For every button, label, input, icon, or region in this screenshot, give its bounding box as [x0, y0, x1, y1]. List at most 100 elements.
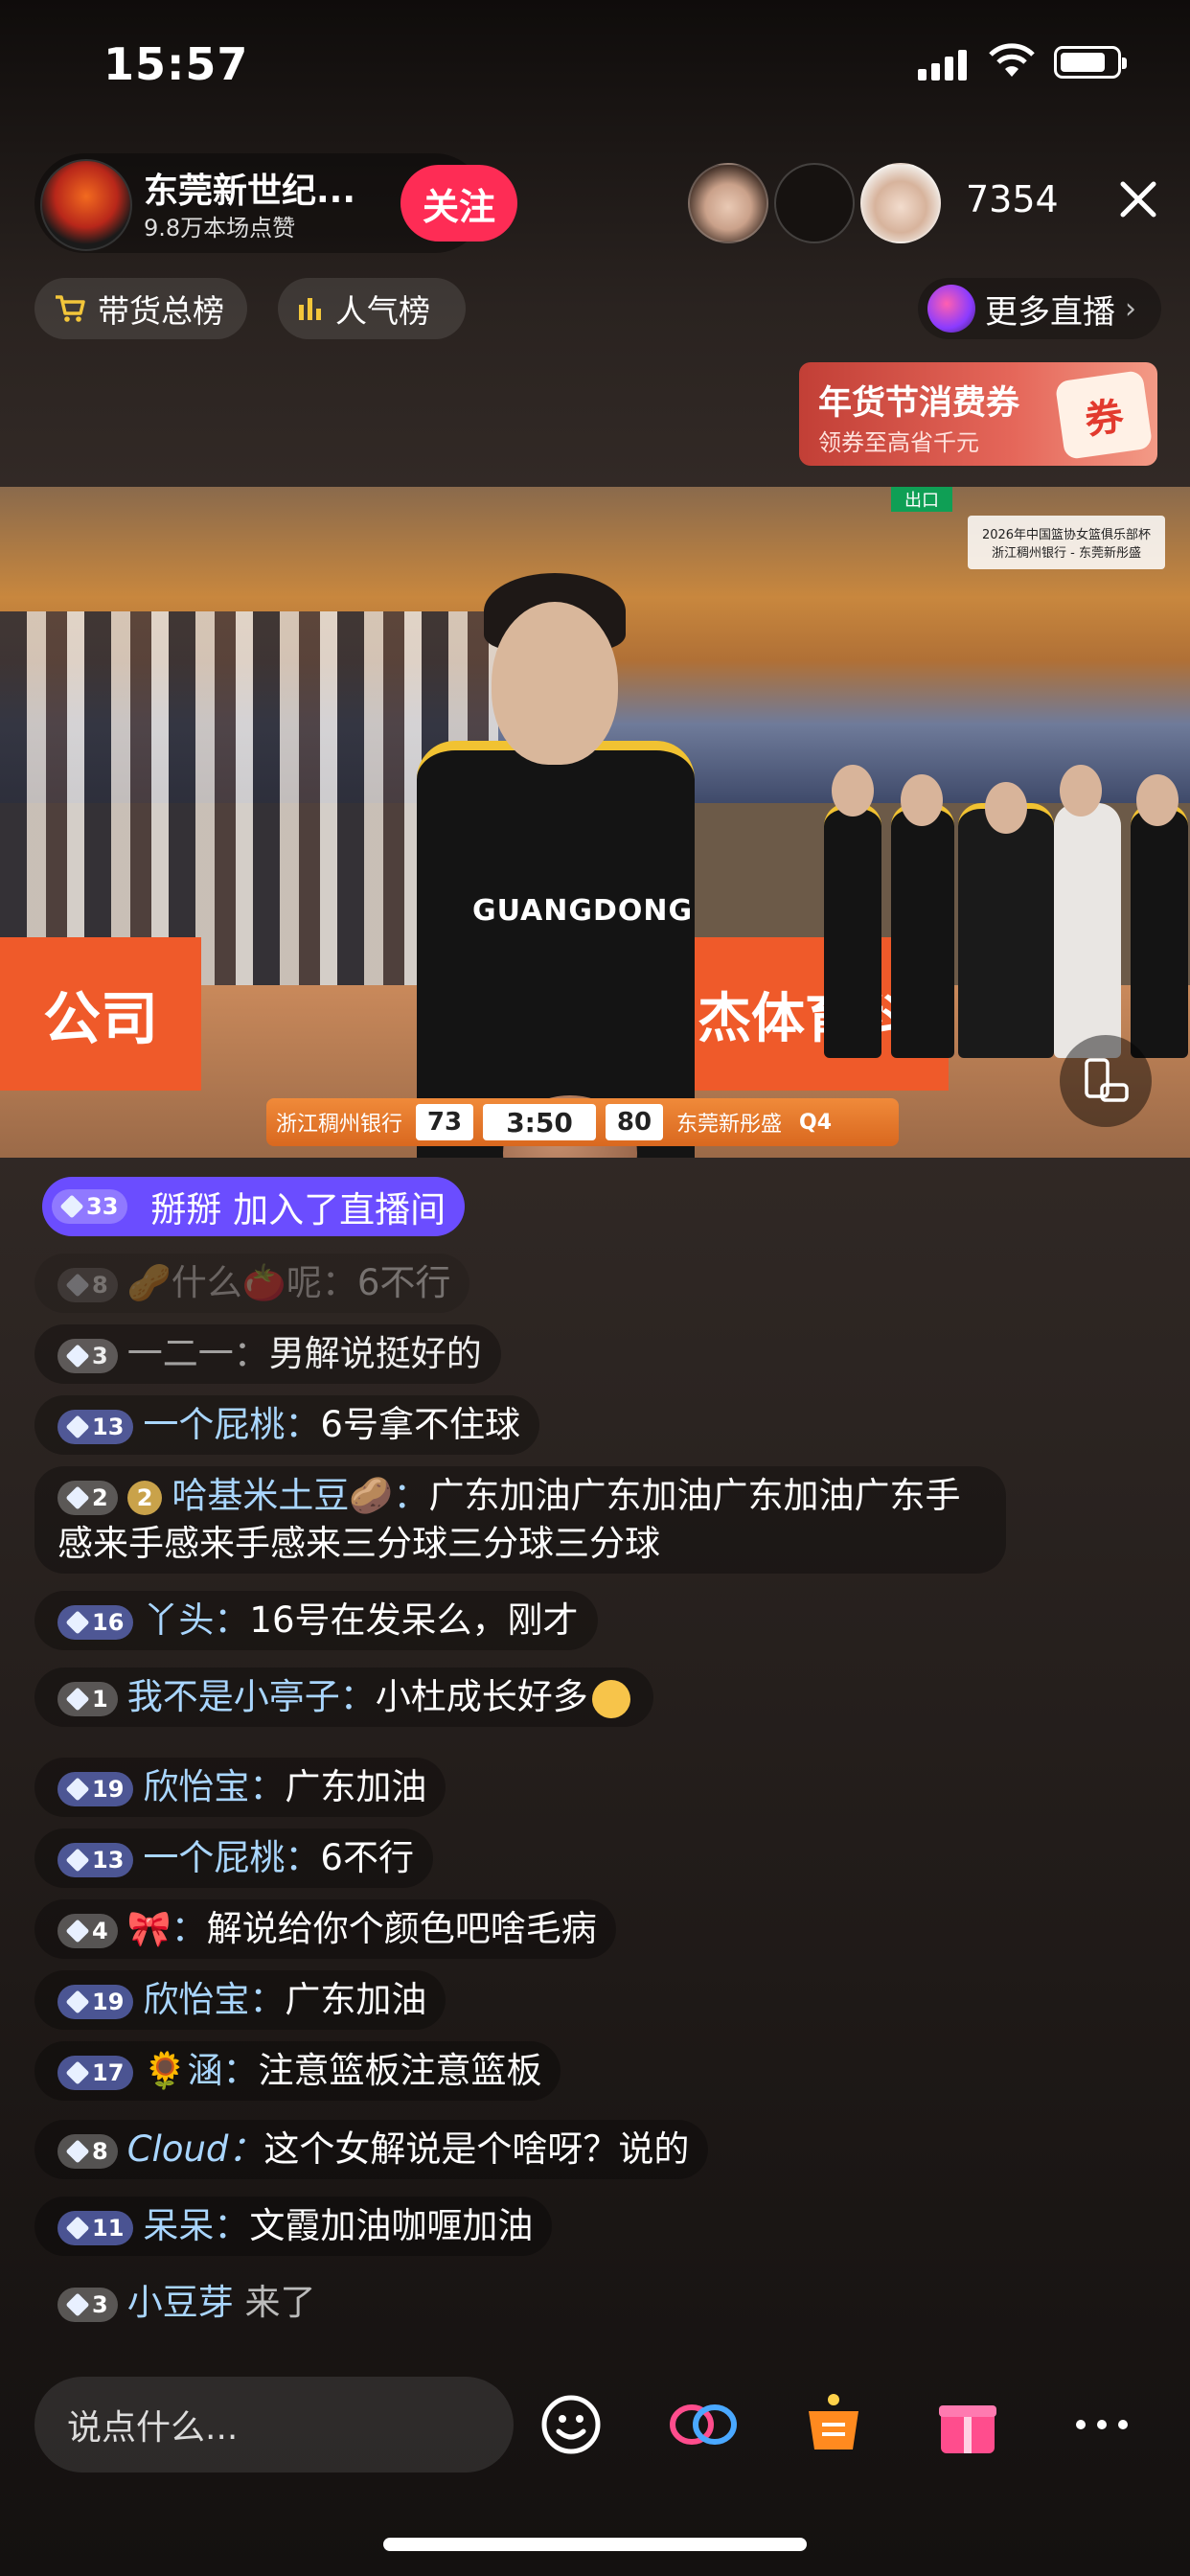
level-badge: 19 [57, 1984, 134, 2019]
fan-badge: 2 [126, 1480, 163, 1515]
chat-username[interactable]: 🥜什么🍅呢： [127, 1262, 357, 1303]
broadcast-logo-line2: 浙江稠州银行 - 东莞新彤盛 [992, 546, 1141, 561]
chat-message[interactable]: 13 一个屁桃：6不行 [34, 1828, 433, 1888]
more-icon [1076, 2420, 1128, 2429]
player-head [492, 602, 618, 765]
sales-rank-label: 带货总榜 [98, 292, 224, 330]
sales-rank-pill[interactable]: 带货总榜 [34, 278, 247, 339]
chat-username[interactable]: 一二一： [127, 1333, 269, 1374]
follow-button[interactable]: 关注 [400, 165, 517, 242]
chat-feed[interactable]: 33 掰掰 加入了直播间 8 🥜什么🍅呢：6不行 3 一二一：男解说挺好的 13 一个… [0, 1171, 1190, 2342]
chat-message[interactable]: 3 一二一：男解说挺好的 [34, 1324, 501, 1384]
chat-text: 16号在发呆么，刚才 [249, 1599, 579, 1641]
anchor-card[interactable]: 东莞新世纪... 9.8万本场点赞 关注 [34, 153, 517, 253]
link-button[interactable] [665, 2386, 742, 2463]
level-badge: 11 [57, 2210, 134, 2245]
chat-message[interactable]: 1 我不是小亭子：小杜成长好多 [34, 1668, 653, 1727]
more-button[interactable] [1064, 2386, 1140, 2463]
home-indicator[interactable] [383, 2538, 807, 2551]
chat-username[interactable]: 欣怡宝： [143, 1766, 285, 1807]
comment-input[interactable]: 说点什么... [34, 2377, 514, 2472]
level-badge: 13 [57, 1409, 134, 1444]
chat-message[interactable]: 17 🌻涵：注意篮板注意篮板 [34, 2041, 561, 2101]
chat-text: 男解说挺好的 [268, 1333, 482, 1374]
chat-text: 6不行 [320, 1837, 414, 1878]
more-live-button[interactable]: 更多直播 › [918, 278, 1161, 339]
coupon-banner[interactable]: 年货节消费券 领券至高省千元 券 [799, 362, 1157, 466]
level-badge: 8 [57, 2133, 118, 2169]
chat-username[interactable]: 小豆芽 [127, 2282, 234, 2323]
main-player: GUANGDONG [378, 573, 723, 1158]
broadcast-logo-line1: 2026年中国篮协女篮俱乐部杯 [981, 528, 1152, 542]
popularity-pill[interactable]: 人气榜 [278, 278, 466, 339]
popularity-label: 人气榜 [335, 292, 430, 330]
level-badge: 13 [57, 1842, 134, 1877]
game-clock: 3:50 [483, 1104, 597, 1140]
status-bar: 15:57 [0, 0, 1190, 134]
chat-text: 注意篮板注意篮板 [258, 2050, 542, 2091]
chat-text: 来了 [244, 2282, 316, 2323]
viewer-avatar[interactable] [688, 163, 768, 243]
close-icon[interactable] [1115, 176, 1161, 222]
coupon-title: 年货节消费券 [818, 384, 1020, 423]
viewer-avatar[interactable] [774, 163, 855, 243]
level-badge: 16 [57, 1604, 134, 1640]
chat-username[interactable]: 🎀： [127, 1908, 207, 1949]
status-time: 15:57 [103, 38, 249, 90]
chat-username[interactable]: 欣怡宝： [143, 1979, 285, 2020]
home-team: 浙江稠州银行 [276, 1113, 403, 1137]
chat-username[interactable]: 呆呆： [143, 2205, 249, 2246]
home-score: 73 [416, 1104, 474, 1140]
chat-message[interactable]: 13 一个屁桃：6号拿不住球 [34, 1395, 539, 1455]
level-badge: 8 [57, 1267, 118, 1302]
away-team: 东莞新彤盛 [676, 1113, 783, 1137]
chat-username[interactable]: 哈基米土豆🥔： [172, 1475, 428, 1516]
level-badge: 3 [57, 1338, 118, 1373]
level-badge: 3 [57, 2287, 118, 2322]
level-badge: 33 [52, 1189, 128, 1224]
chat-message[interactable]: 8 🥜什么🍅呢：6不行 [34, 1254, 470, 1313]
join-text: 掰掰 加入了直播间 [150, 1189, 446, 1230]
anchor-avatar[interactable] [40, 159, 132, 251]
chat-username[interactable]: Cloud： [127, 2128, 264, 2170]
chat-message[interactable]: 19 欣怡宝：广东加油 [34, 1758, 446, 1817]
viewer-avatar[interactable] [860, 163, 941, 243]
chat-text: 6不行 [356, 1262, 451, 1303]
join-notice: 33 掰掰 加入了直播间 [42, 1177, 466, 1236]
chevron-right-icon: › [1125, 291, 1136, 326]
chat-message[interactable]: 2 2 哈基米土豆🥔：广东加油广东加油广东加油广东手感来手感来手感来三分球三分球三分… [34, 1466, 1006, 1574]
level-badge: 19 [57, 1771, 134, 1806]
chat-message[interactable]: 11 呆呆：文霞加油咖喱加油 [34, 2196, 553, 2256]
bench-coach-head [1060, 765, 1102, 816]
shopping-icon [809, 2394, 858, 2450]
emoji-button[interactable] [533, 2386, 609, 2463]
chat-message[interactable]: 8 Cloud：这个女解说是个啥呀？说的 [34, 2120, 709, 2179]
chat-message[interactable]: 19 欣怡宝：广东加油 [34, 1970, 446, 2030]
shopping-button[interactable] [795, 2386, 872, 2463]
chat-message[interactable]: 16 丫头：16号在发呆么，刚才 [34, 1591, 598, 1650]
chat-text: 广东加油 [285, 1979, 427, 2020]
more-live-icon [927, 285, 975, 333]
chat-username[interactable]: 丫头： [143, 1599, 249, 1641]
live-video[interactable]: 出口 2026年中国篮协女篮俱乐部杯 浙江稠州银行 - 东莞新彤盛 公司 杰体育… [0, 487, 1190, 1158]
away-score: 80 [606, 1104, 664, 1140]
coupon-badge: 券 [1054, 369, 1154, 461]
gift-icon [939, 2405, 996, 2453]
chat-username[interactable]: 我不是小亭子： [127, 1676, 376, 1717]
chat-text: 文霞加油咖喱加油 [249, 2205, 534, 2246]
link-icon [670, 2404, 737, 2445]
more-live-label: 更多直播 [985, 292, 1115, 332]
broadcast-logo: 2026年中国篮协女篮俱乐部杯 浙江稠州银行 - 东莞新彤盛 [968, 516, 1165, 569]
bench-coach [1054, 803, 1121, 1058]
chat-username[interactable]: 一个屁桃： [143, 1837, 320, 1878]
anchor-likes: 9.8万本场点赞 [144, 215, 296, 242]
cart-icon [56, 295, 85, 322]
gift-button[interactable] [929, 2386, 1006, 2463]
chat-text: 6号拿不住球 [320, 1404, 520, 1445]
viewer-count[interactable]: 7354 [966, 178, 1059, 220]
chat-username[interactable]: 一个屁桃： [143, 1404, 320, 1445]
rotate-screen-button[interactable] [1060, 1035, 1152, 1127]
chat-username[interactable]: 🌻涵： [143, 2050, 258, 2091]
chat-message[interactable]: 3 小豆芽 来了 [34, 2273, 334, 2333]
chat-message[interactable]: 4 🎀：解说给你个颜色吧啥毛病 [34, 1899, 616, 1959]
